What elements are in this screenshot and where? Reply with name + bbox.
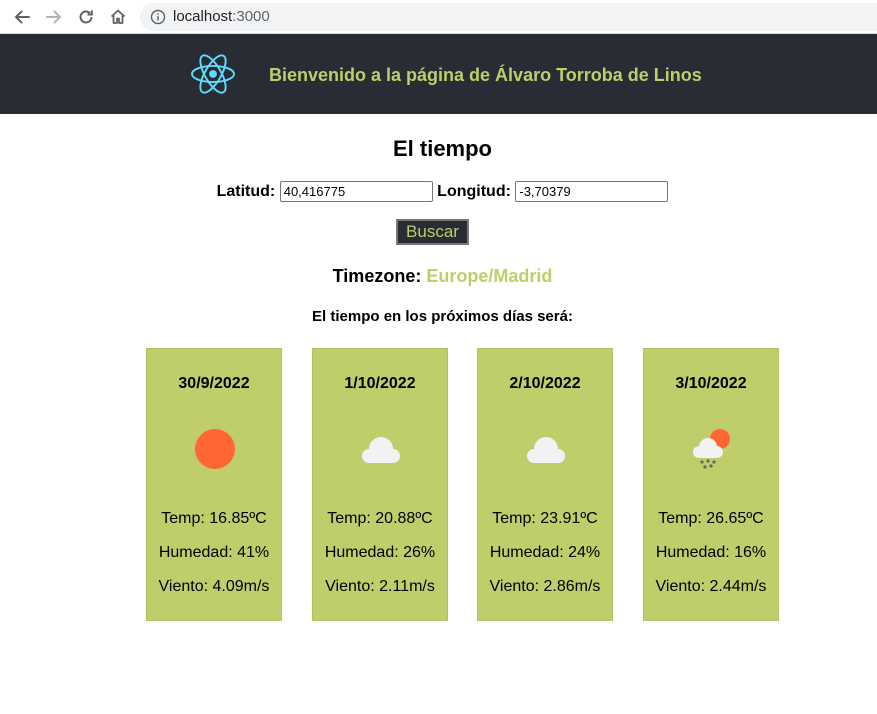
longitude-label: Longitud: [437,183,511,200]
coordinates-form: Latitud: Longitud: [0,181,877,203]
sun-icon [195,429,235,469]
forecast-card: 2/10/2022 Temp: 23.91ºC Humedad: 24% Vie… [477,348,613,621]
timezone-label: Timezone: [332,266,422,286]
forecast-wind: Viento: 2.11m/s [325,578,435,595]
forward-arrow-icon[interactable] [42,5,66,29]
latitude-input[interactable] [279,181,433,203]
forecast-humidity: Humedad: 41% [158,544,270,561]
forecast-date: 2/10/2022 [509,375,581,392]
home-icon[interactable] [106,5,130,29]
url-port: :3000 [232,8,270,25]
timezone-value: Europe/Madrid [426,266,553,286]
search-button[interactable]: Buscar [396,219,469,245]
forecast-wind: Viento: 2.44m/s [655,578,767,595]
info-icon[interactable] [150,9,166,25]
forecast-wind: Viento: 4.09m/s [158,578,270,595]
forecast-temp: Temp: 16.85ºC [161,510,267,527]
forecast-card: 30/9/2022 Temp: 16.85ºC Humedad: 41% Vie… [146,348,282,621]
forecast-card: 1/10/2022 Temp: 20.88ºC Humedad: 26% Vie… [312,348,448,621]
sun-cloud-rain-icon [693,429,730,469]
react-logo-icon [191,54,235,94]
forecast-heading: El tiempo en los próximos días será: [312,308,573,325]
cloud-icon [527,437,565,463]
longitude-input[interactable] [515,181,669,203]
url-host: localhost [173,8,233,25]
forecast-humidity: Humedad: 26% [324,544,436,561]
address-bar[interactable]: localhost:3000 [140,3,877,31]
browser-toolbar: localhost:3000 [0,0,877,34]
forecast-temp: Temp: 26.65ºC [658,510,764,527]
header-title: Bienvenido a la página de Álvaro Torroba… [269,65,702,85]
latitude-label: Latitud: [216,183,276,200]
forecast-humidity: Humedad: 24% [489,544,601,561]
forecast-card: 3/10/2022 Temp: 26.65ºC Humedad: 16% Vie… [643,348,779,621]
forecast-temp: Temp: 20.88ºC [327,510,433,527]
forecast-date: 30/9/2022 [178,375,250,392]
page-title: El tiempo [392,136,492,161]
reload-icon[interactable] [74,5,98,29]
timezone-row: Timezone: Europe/Madrid [0,264,877,288]
forecast-temp: Temp: 23.91ºC [492,510,598,527]
forecast-wind: Viento: 2.86m/s [489,578,601,595]
forecast-humidity: Humedad: 16% [655,544,767,561]
url-text: localhost:3000 [173,8,270,26]
back-arrow-icon[interactable] [10,5,34,29]
forecast-date: 1/10/2022 [344,375,416,392]
app-header: Bienvenido a la página de Álvaro Torroba… [0,34,877,114]
forecast-date: 3/10/2022 [675,375,747,392]
cloud-icon [362,437,400,463]
